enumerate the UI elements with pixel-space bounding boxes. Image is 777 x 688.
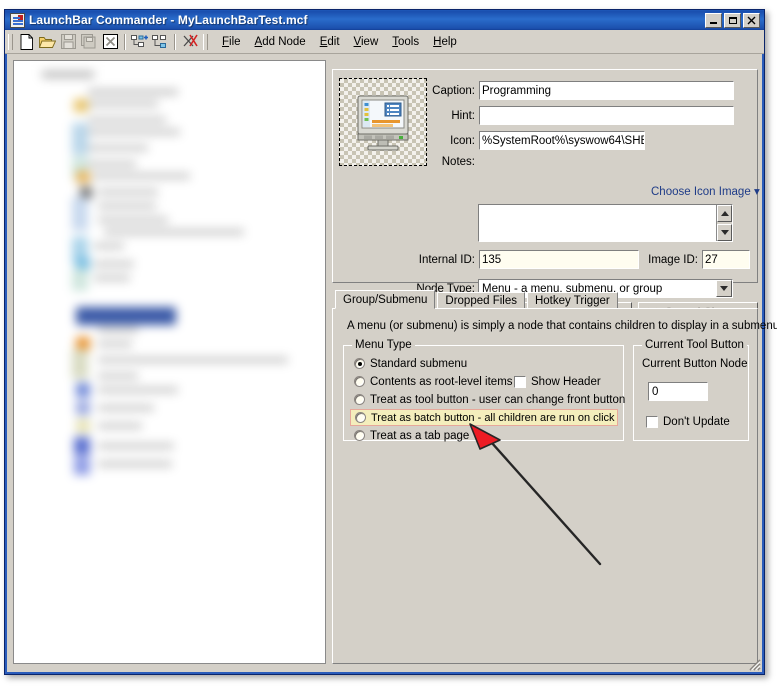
checkbox-show-header[interactable]: Show Header bbox=[514, 374, 601, 389]
tab-hotkey-trigger-label: Hotkey Trigger bbox=[534, 294, 610, 307]
notes-label: Notes: bbox=[441, 156, 475, 168]
internal-id-label: Internal ID: bbox=[418, 253, 475, 266]
radio-icon[interactable] bbox=[354, 394, 365, 405]
title-bar[interactable]: LaunchBar Commander - MyLaunchBarTest.mc… bbox=[5, 10, 764, 30]
menu-type-group: Menu Type Standard submenu Contents as r… bbox=[343, 339, 625, 443]
toolbar-grip[interactable] bbox=[8, 33, 13, 50]
menu-bar: File Add Node Edit View Tools Help bbox=[215, 34, 464, 50]
scroll-up-button[interactable] bbox=[717, 205, 732, 222]
close-document-icon[interactable] bbox=[100, 32, 121, 52]
caption-label: Caption: bbox=[432, 84, 475, 97]
node-icon[interactable] bbox=[150, 32, 171, 52]
checkbox-icon[interactable] bbox=[514, 375, 526, 388]
tab-description: A menu (or submenu) is simply a node tha… bbox=[347, 320, 777, 332]
radio-standard-submenu[interactable]: Standard submenu bbox=[354, 356, 467, 371]
new-file-icon[interactable] bbox=[16, 32, 37, 52]
choose-icon-image-label: Choose Icon Image bbox=[651, 186, 751, 198]
radio-icon[interactable] bbox=[354, 430, 365, 441]
application-window: LaunchBar Commander - MyLaunchBarTest.mc… bbox=[4, 9, 777, 675]
app-list-icon bbox=[10, 12, 25, 28]
image-id-label: Image ID: bbox=[648, 253, 698, 266]
icon-input[interactable]: %SystemRoot%\syswow64\SHELL bbox=[479, 131, 645, 150]
caption-input[interactable]: Programming bbox=[479, 81, 734, 100]
notes-scrollbar[interactable] bbox=[716, 205, 732, 241]
checkbox-dont-update-label: Don't Update bbox=[663, 415, 730, 428]
current-button-node-input[interactable]: 0 bbox=[648, 382, 708, 401]
checkbox-show-header-label: Show Header bbox=[531, 375, 601, 388]
menu-tools[interactable]: Tools bbox=[385, 34, 426, 50]
open-folder-icon[interactable] bbox=[37, 32, 58, 52]
add-node-icon[interactable] bbox=[129, 32, 150, 52]
tab-hotkey-trigger[interactable]: Hotkey Trigger bbox=[526, 292, 618, 309]
radio-tool-button[interactable]: Treat as tool button - user can change f… bbox=[354, 392, 625, 407]
tab-group-submenu-label: Group/Submenu bbox=[343, 293, 428, 306]
menu-view[interactable]: View bbox=[347, 34, 386, 50]
monitor-screen-icon bbox=[357, 95, 409, 151]
menu-file[interactable]: File bbox=[215, 34, 248, 50]
minimize-button[interactable] bbox=[705, 12, 722, 28]
current-tool-button-group: Current Tool Button Current Button Node … bbox=[633, 339, 749, 441]
scroll-down-button[interactable] bbox=[717, 224, 732, 241]
window-title: LaunchBar Commander - MyLaunchBarTest.mc… bbox=[29, 13, 308, 27]
radio-icon[interactable] bbox=[354, 358, 365, 369]
radio-batch-button[interactable]: Treat as batch button - all children are… bbox=[350, 409, 618, 426]
radio-tool-button-label: Treat as tool button - user can change f… bbox=[370, 393, 626, 406]
tab-group-submenu[interactable]: Group/Submenu bbox=[335, 290, 436, 309]
menu-add-node[interactable]: Add Node bbox=[248, 34, 313, 50]
chevron-down-icon: ▾ bbox=[753, 186, 760, 198]
menu-help[interactable]: Help bbox=[426, 34, 464, 50]
tab-panel: A menu (or submenu) is simply a node tha… bbox=[332, 308, 777, 664]
menubar-grip[interactable] bbox=[203, 33, 208, 50]
image-id-value[interactable]: 27 bbox=[702, 250, 750, 269]
internal-id-value[interactable]: 135 bbox=[479, 250, 639, 269]
menu-type-title: Menu Type bbox=[352, 339, 415, 351]
node-tree[interactable] bbox=[14, 61, 325, 663]
close-button[interactable] bbox=[743, 12, 760, 28]
radio-batch-button-label: Treat as batch button - all children are… bbox=[371, 411, 615, 424]
icon-preview[interactable] bbox=[339, 78, 427, 166]
toolbar: File Add Node Edit View Tools Help bbox=[5, 30, 764, 54]
save-icon[interactable] bbox=[58, 32, 79, 52]
toolbar-separator bbox=[124, 33, 126, 50]
tab-dropped-files[interactable]: Dropped Files bbox=[437, 292, 525, 309]
checkbox-icon[interactable] bbox=[646, 415, 658, 428]
tab-dropped-files-label: Dropped Files bbox=[445, 294, 517, 307]
toolbar-separator bbox=[174, 33, 176, 50]
radio-tab-page[interactable]: Treat as a tab page bbox=[354, 428, 469, 443]
radio-contents-root-level[interactable]: Contents as root-level items bbox=[354, 374, 513, 389]
hint-label: Hint: bbox=[451, 109, 475, 122]
notes-input[interactable] bbox=[478, 204, 733, 242]
menu-edit[interactable]: Edit bbox=[313, 34, 347, 50]
icon-label: Icon: bbox=[450, 134, 475, 147]
radio-contents-root-level-label: Contents as root-level items bbox=[370, 375, 513, 388]
notes-value bbox=[479, 205, 732, 207]
choose-icon-image-button[interactable]: Choose Icon Image ▾ bbox=[651, 184, 760, 198]
checkbox-dont-update[interactable]: Don't Update bbox=[646, 414, 730, 429]
radio-icon[interactable] bbox=[354, 376, 365, 387]
radio-icon[interactable] bbox=[355, 412, 366, 423]
tab-strip: Group/Submenu Dropped Files Hotkey Trigg… bbox=[332, 290, 618, 309]
delete-node-icon[interactable] bbox=[179, 32, 200, 52]
window-controls bbox=[705, 12, 762, 28]
node-properties-group: Caption: Programming Hint: Icon: %System… bbox=[332, 69, 760, 298]
properties-column: Caption: Programming Hint: Icon: %System… bbox=[332, 62, 777, 664]
save-all-icon[interactable] bbox=[79, 32, 100, 52]
resize-grip[interactable] bbox=[747, 657, 761, 671]
current-button-node-label: Current Button Node bbox=[642, 358, 748, 370]
hint-input[interactable] bbox=[479, 106, 734, 125]
node-tree-panel[interactable] bbox=[13, 60, 326, 664]
tab-control: Group/Submenu Dropped Files Hotkey Trigg… bbox=[332, 290, 777, 664]
radio-tab-page-label: Treat as a tab page bbox=[370, 429, 470, 442]
radio-standard-submenu-label: Standard submenu bbox=[370, 357, 468, 370]
maximize-button[interactable] bbox=[724, 12, 741, 28]
current-tool-button-title: Current Tool Button bbox=[642, 339, 747, 351]
